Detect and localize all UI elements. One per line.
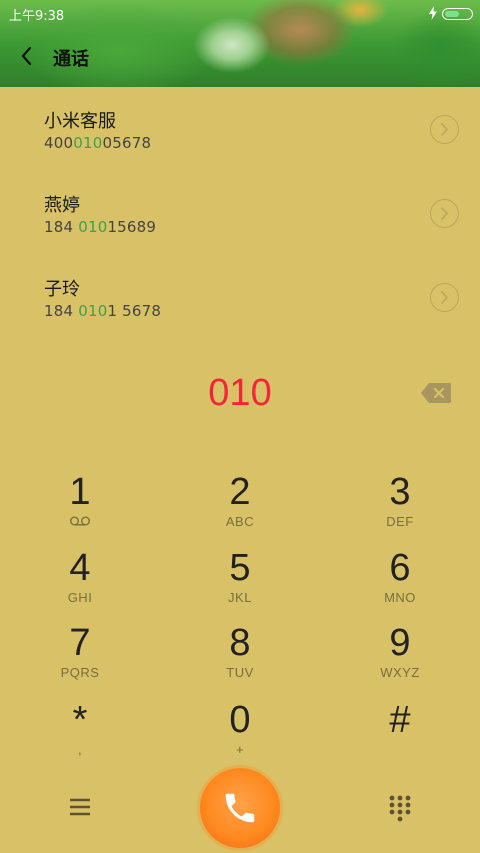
key-8[interactable]: 8 TUV (180, 623, 300, 695)
header-banner: 上午9:38 通话 (0, 0, 480, 87)
key-5[interactable]: 5 JKL (180, 548, 300, 620)
key-6[interactable]: 6 MNO (340, 548, 460, 620)
menu-icon[interactable] (68, 797, 92, 817)
contact-number: 40001005678 (44, 134, 152, 152)
charging-icon (429, 6, 437, 20)
contact-detail-button[interactable] (430, 199, 459, 228)
voicemail-icon (70, 516, 90, 526)
key-9[interactable]: 9 WXYZ (340, 623, 460, 695)
status-bar: 上午9:38 (0, 0, 480, 28)
contact-name: 小米客服 (44, 111, 116, 132)
contact-row[interactable]: 燕婷 184 01015689 (0, 188, 480, 272)
page-title: 通话 (53, 49, 89, 70)
chevron-left-icon[interactable] (18, 44, 36, 68)
contact-number: 184 01015689 (44, 218, 157, 236)
contact-detail-button[interactable] (430, 115, 459, 144)
battery-level (444, 10, 459, 17)
status-time: 上午9:38 (9, 9, 65, 24)
phone-icon (225, 793, 255, 823)
key-7[interactable]: 7 PQRS (20, 623, 140, 695)
key-star[interactable]: * , (20, 700, 140, 772)
chevron-right-icon (441, 291, 449, 304)
key-4[interactable]: 4 GHI (20, 548, 140, 620)
key-0[interactable]: 0 + (180, 700, 300, 772)
key-2[interactable]: 2 ABC (180, 472, 300, 544)
contact-row[interactable]: 小米客服 40001005678 (0, 104, 480, 188)
contact-detail-button[interactable] (430, 283, 459, 312)
chevron-right-icon (441, 123, 449, 136)
dialpad-icon[interactable] (388, 794, 412, 822)
battery-icon (442, 8, 473, 20)
contact-row[interactable]: 子玲 184 0101 5678 (0, 272, 480, 356)
key-hash[interactable]: # (340, 700, 460, 772)
contact-number: 184 0101 5678 (44, 302, 162, 320)
backspace-icon[interactable] (420, 382, 452, 404)
dial-input-display: 010 (208, 372, 272, 414)
key-3[interactable]: 3 DEF (340, 472, 460, 544)
chevron-right-icon (441, 207, 449, 220)
call-button[interactable] (200, 768, 280, 848)
key-1[interactable]: 1 (20, 472, 140, 544)
contact-name: 子玲 (44, 279, 80, 300)
contact-name: 燕婷 (44, 195, 80, 216)
